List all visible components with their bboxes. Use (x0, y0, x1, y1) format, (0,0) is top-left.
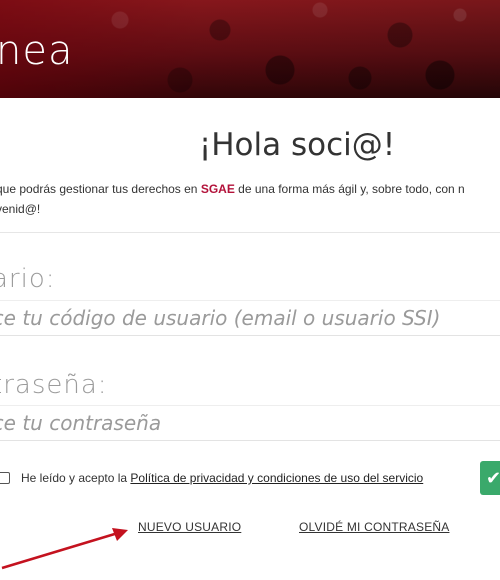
user-code-input[interactable] (0, 300, 500, 336)
sgae-highlight: SGAE (200, 182, 235, 196)
intro-text: que podrás gestionar tus derechos en SGA… (0, 179, 500, 219)
new-user-link[interactable]: NUEVO USUARIO (138, 520, 241, 534)
terms-text: He leído y acepto la Política de privaci… (21, 471, 424, 485)
red-arrow-annotation (1, 528, 128, 570)
check-icon: ✔ (486, 468, 500, 488)
terms-checkbox[interactable] (0, 472, 10, 484)
submit-button[interactable]: ✔ (480, 461, 500, 495)
forgot-password-link[interactable]: OLVIDÉ MI CONTRASEÑA (299, 520, 449, 534)
brand-logo-text: nea (0, 28, 74, 74)
password-input[interactable] (0, 405, 500, 441)
divider (0, 232, 500, 233)
privacy-policy-link[interactable]: Política de privacidad y condiciones de … (130, 471, 423, 485)
page-title: ¡Hola soci@! (198, 127, 396, 163)
intro-line-2: venid@! (0, 202, 41, 216)
header-banner: nea (0, 0, 500, 98)
intro-line-1: que podrás gestionar tus derechos en SGA… (0, 182, 465, 196)
password-field-label: traseña: (0, 370, 108, 400)
user-field-label: ario: (0, 264, 56, 294)
